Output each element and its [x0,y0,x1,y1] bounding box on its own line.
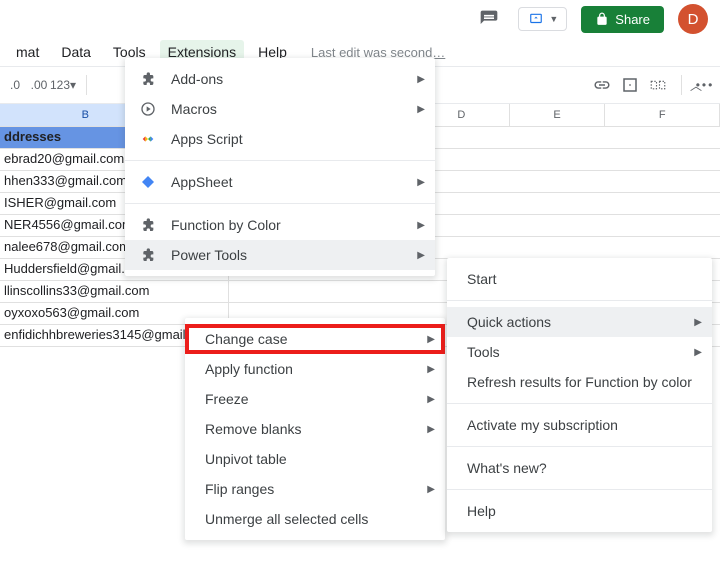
puzzle-icon [139,70,157,88]
pt-change-case[interactable]: Change case▶ [185,324,445,354]
submenu-arrow-icon: ▶ [417,250,425,261]
menu-macros[interactable]: Macros▶ [125,94,435,124]
power-tools-submenu: Change case▶ Apply function▶ Freeze▶ Rem… [185,318,445,540]
col-header-f[interactable]: F [605,104,720,126]
ptm-refresh[interactable]: Refresh results for Function by color [447,367,712,397]
ptm-start[interactable]: Start [447,264,712,294]
pt-remove-blanks[interactable]: Remove blanks▶ [185,414,445,444]
share-label: Share [615,12,650,27]
pt-unpivot[interactable]: Unpivot table [185,444,445,474]
increase-decimal-icon[interactable]: .00 [30,76,48,94]
power-tools-main-menu: Start Quick actions▶ Tools▶ Refresh resu… [447,258,712,532]
submenu-arrow-icon: ▶ [427,424,435,435]
menu-data[interactable]: Data [53,40,99,64]
menu-addons[interactable]: Add-ons▶ [125,64,435,94]
ptm-whats-new[interactable]: What's new? [447,453,712,483]
menu-function-by-color[interactable]: Function by Color▶ [125,210,435,240]
account-avatar[interactable]: D [678,4,708,34]
menu-power-tools[interactable]: Power Tools▶ [125,240,435,270]
title-bar: ▼ Share D [0,0,720,38]
format-number-icon[interactable]: 123▾ [54,76,72,94]
link-icon[interactable] [593,76,611,94]
share-button[interactable]: Share [581,6,664,33]
present-button[interactable]: ▼ [518,7,567,31]
submenu-arrow-icon: ▶ [417,220,425,231]
appsheet-icon [139,173,157,191]
record-icon [139,100,157,118]
chevron-down-icon: ▼ [549,14,558,24]
puzzle-icon [139,246,157,264]
borders-icon[interactable] [621,76,639,94]
menu-appsheet[interactable]: AppSheet▶ [125,167,435,197]
cell[interactable]: llinscollins33@gmail.com [0,281,229,302]
pt-freeze[interactable]: Freeze▶ [185,384,445,414]
menu-format[interactable]: mat [8,40,47,64]
pt-flip-ranges[interactable]: Flip ranges▶ [185,474,445,504]
collapse-toolbar-icon[interactable]: ︿ [690,77,702,94]
puzzle-icon [139,216,157,234]
comments-icon[interactable] [474,4,504,34]
ptm-quick-actions[interactable]: Quick actions▶ [447,307,712,337]
submenu-arrow-icon: ▶ [417,177,425,188]
submenu-arrow-icon: ▶ [417,74,425,85]
col-header-e[interactable]: E [510,104,606,126]
ptm-activate[interactable]: Activate my subscription [447,410,712,440]
menu-apps-script[interactable]: Apps Script [125,124,435,154]
submenu-arrow-icon: ▶ [427,394,435,405]
submenu-arrow-icon: ▶ [694,317,702,328]
decrease-decimal-icon[interactable]: .0 [6,76,24,94]
merge-icon[interactable] [649,76,667,94]
ptm-help[interactable]: Help [447,496,712,526]
extensions-menu: Add-ons▶ Macros▶ Apps Script AppSheet▶ F… [125,58,435,276]
script-icon [139,130,157,148]
pt-unmerge[interactable]: Unmerge all selected cells [185,504,445,534]
submenu-arrow-icon: ▶ [427,484,435,495]
submenu-arrow-icon: ▶ [694,347,702,358]
submenu-arrow-icon: ▶ [427,334,435,345]
submenu-arrow-icon: ▶ [417,104,425,115]
submenu-arrow-icon: ▶ [427,364,435,375]
ptm-tools[interactable]: Tools▶ [447,337,712,367]
pt-apply-function[interactable]: Apply function▶ [185,354,445,384]
